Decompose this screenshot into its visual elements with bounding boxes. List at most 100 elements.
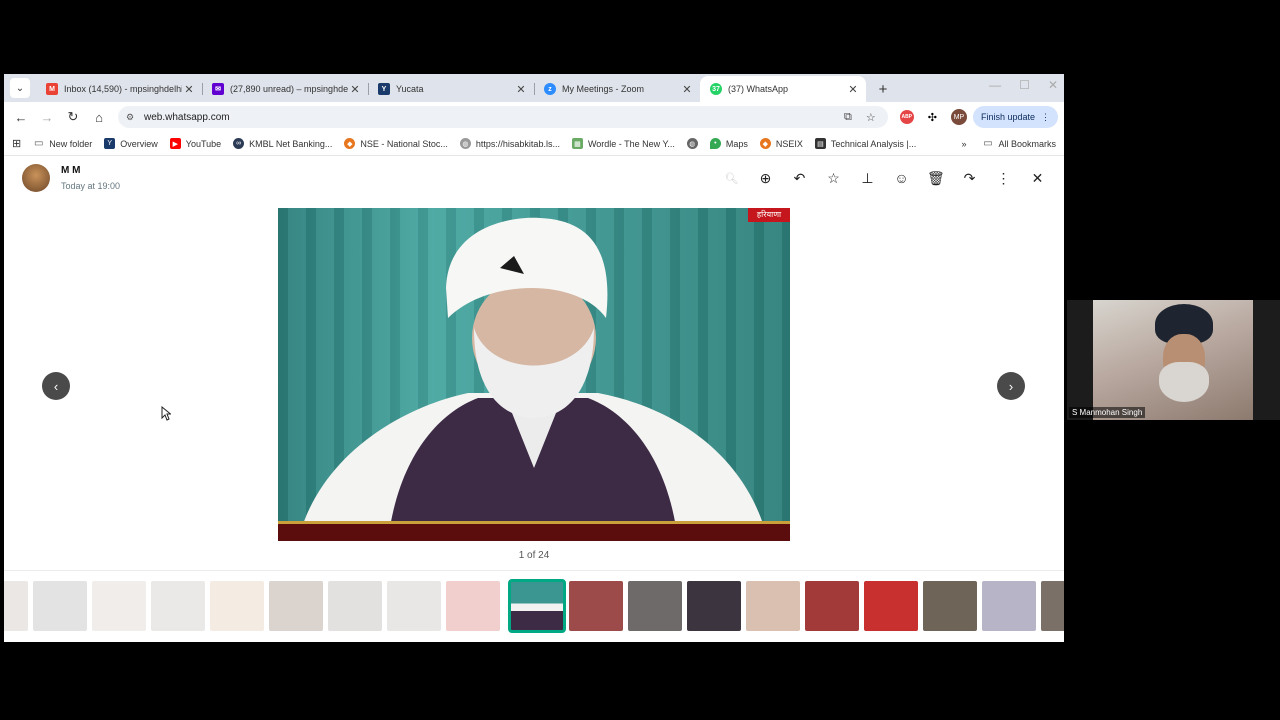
- tab-bar: ⌄ M Inbox (14,590) - mpsinghdelhi@ ✕ ✉ (…: [4, 74, 1064, 102]
- bookmark-overview[interactable]: Y Overview: [104, 138, 158, 149]
- bookmark-new-folder[interactable]: ▭ New folder: [33, 138, 92, 149]
- pin-icon[interactable]: ⊥: [859, 170, 876, 187]
- zoom-out-icon[interactable]: 🔍︎: [723, 172, 740, 185]
- close-icon[interactable]: ✕: [348, 83, 362, 96]
- delete-icon[interactable]: 🗑︎: [927, 170, 945, 187]
- address-bar[interactable]: ⚙ web.whatsapp.com ⧉ ☆: [118, 106, 888, 128]
- close-viewer-icon[interactable]: ✕: [1029, 170, 1046, 187]
- thumbnail[interactable]: [982, 581, 1036, 631]
- youtube-icon: ▶: [169, 138, 181, 149]
- thumbnail[interactable]: [746, 581, 800, 631]
- tab-title: (37) WhatsApp: [728, 84, 789, 94]
- forward-icon[interactable]: →: [36, 106, 58, 128]
- thumbnail[interactable]: [92, 581, 146, 631]
- thumbnail[interactable]: [4, 581, 28, 631]
- window-controls: — ☐ ✕: [989, 78, 1058, 92]
- minimize-icon[interactable]: —: [989, 78, 1001, 92]
- reload-icon[interactable]: ↻: [62, 106, 84, 128]
- bookmark-label: All Bookmarks: [998, 138, 1056, 149]
- thumbnail[interactable]: [1041, 581, 1064, 631]
- forward-icon[interactable]: ↷: [961, 170, 978, 187]
- zoom-video-tile[interactable]: S Manmohan Singh: [1067, 300, 1280, 420]
- thumbnail[interactable]: [151, 581, 205, 631]
- thumbnail-strip: [4, 570, 1064, 642]
- bookmark-technical-analysis[interactable]: ▤ Technical Analysis |...: [814, 138, 916, 149]
- media-stage-bar: [278, 521, 790, 541]
- maximize-icon[interactable]: ☐: [1019, 78, 1030, 92]
- bookmark-nseix[interactable]: ◆ NSEIX: [759, 138, 803, 149]
- site-info-icon[interactable]: ⚙: [126, 112, 144, 123]
- previous-media-button[interactable]: ‹: [42, 372, 70, 400]
- thumbnail[interactable]: [569, 581, 623, 631]
- star-icon[interactable]: ☆: [825, 170, 842, 187]
- person-illustration: [298, 217, 768, 541]
- bookmark-hisabkitab[interactable]: ◍ https://hisabkitab.ls...: [459, 138, 560, 149]
- tab-whatsapp[interactable]: 37 (37) WhatsApp ✕: [700, 76, 866, 102]
- thumbnail[interactable]: [328, 581, 382, 631]
- tab-yucata[interactable]: Y Yucata ✕: [368, 76, 534, 102]
- home-icon[interactable]: ⌂: [88, 106, 110, 128]
- bookmarks-bar: ⊞ ▭ New folder Y Overview ▶ YouTube ∞ KMBL N…: [4, 132, 1064, 156]
- install-app-icon[interactable]: ⧉: [844, 111, 852, 124]
- bookmark-label: Wordle - The New Y...: [587, 138, 675, 149]
- browser-toolbar: ← → ↻ ⌂ ⚙ web.whatsapp.com ⧉ ☆ ABP ✣ MP …: [4, 102, 1064, 132]
- participant-video: [1093, 300, 1253, 420]
- all-bookmarks[interactable]: ▭ All Bookmarks: [982, 138, 1056, 149]
- close-icon[interactable]: ✕: [680, 83, 694, 96]
- technical-icon: ▤: [814, 138, 826, 149]
- bookmark-label: KMBL Net Banking...: [249, 138, 333, 149]
- whatsapp-icon: 37: [710, 83, 722, 95]
- tab-title: My Meetings - Zoom: [562, 84, 645, 94]
- kotak-icon: ∞: [233, 138, 245, 149]
- zoom-in-icon[interactable]: ⊕: [757, 170, 774, 187]
- bookmark-star-icon[interactable]: ☆: [866, 111, 876, 124]
- window-close-icon[interactable]: ✕: [1048, 78, 1058, 92]
- thumbnail[interactable]: [387, 581, 441, 631]
- thumbnail[interactable]: [864, 581, 918, 631]
- bookmark-wordle[interactable]: ▦ Wordle - The New Y...: [571, 138, 675, 149]
- adblock-icon[interactable]: ABP: [899, 110, 914, 124]
- thumbnail[interactable]: [923, 581, 977, 631]
- media-image: हरियाणा: [278, 208, 790, 541]
- thumbnail[interactable]: [687, 581, 741, 631]
- thumbnail[interactable]: [33, 581, 87, 631]
- apps-grid-icon[interactable]: ⊞: [12, 137, 21, 150]
- thumbnail[interactable]: [805, 581, 859, 631]
- close-icon[interactable]: ✕: [846, 83, 860, 96]
- close-icon[interactable]: ✕: [514, 83, 528, 96]
- media-viewer: M M Today at 19:00 🔍︎ ⊕ ↶ ☆ ⊥ ☺ 🗑︎ ↷ ⋮ ✕: [4, 156, 1064, 642]
- yucata-icon: Y: [378, 83, 390, 95]
- tab-title: Yucata: [396, 84, 424, 94]
- more-bookmarks-icon[interactable]: »: [961, 139, 966, 149]
- thumbnail-selected[interactable]: [508, 579, 566, 633]
- thumbnail[interactable]: [210, 581, 264, 631]
- bookmark-label: NSEIX: [775, 138, 803, 149]
- tab-yahoo-mail[interactable]: ✉ (27,890 unread) – mpsinghdelhi ✕: [202, 76, 368, 102]
- reply-icon[interactable]: ↶: [791, 170, 808, 187]
- more-vert-icon[interactable]: ⋮: [995, 170, 1012, 187]
- bookmark-globe[interactable]: ◍: [686, 138, 698, 149]
- thumbnail[interactable]: [628, 581, 682, 631]
- back-icon[interactable]: ←: [10, 106, 32, 128]
- message-timestamp: Today at 19:00: [61, 181, 121, 191]
- close-icon[interactable]: ✕: [182, 83, 196, 96]
- extensions-icon[interactable]: ✣: [928, 111, 937, 124]
- react-emoji-icon[interactable]: ☺: [893, 170, 910, 186]
- bookmark-youtube[interactable]: ▶ YouTube: [169, 138, 221, 149]
- bookmark-maps[interactable]: • Maps: [709, 138, 748, 149]
- tab-gmail[interactable]: M Inbox (14,590) - mpsinghdelhi@ ✕: [36, 76, 202, 102]
- tab-zoom[interactable]: z My Meetings - Zoom ✕: [534, 76, 700, 102]
- tab-search-icon[interactable]: ⌄: [10, 78, 30, 98]
- bookmark-nse[interactable]: ◆ NSE - National Stoc...: [344, 138, 448, 149]
- thumbnail[interactable]: [446, 581, 500, 631]
- media-counter: 1 of 24: [518, 550, 550, 561]
- finish-update-button[interactable]: Finish update ⋮: [972, 106, 1058, 128]
- bookmark-kmbl[interactable]: ∞ KMBL Net Banking...: [233, 138, 332, 149]
- bookmark-label: NSE - National Stoc...: [360, 138, 448, 149]
- nse-icon: ◆: [344, 138, 356, 149]
- new-tab-icon[interactable]: +: [872, 78, 894, 100]
- profile-avatar[interactable]: MP: [950, 109, 967, 125]
- sender-avatar[interactable]: [22, 164, 50, 192]
- next-media-button[interactable]: ›: [997, 372, 1025, 400]
- thumbnail[interactable]: [269, 581, 323, 631]
